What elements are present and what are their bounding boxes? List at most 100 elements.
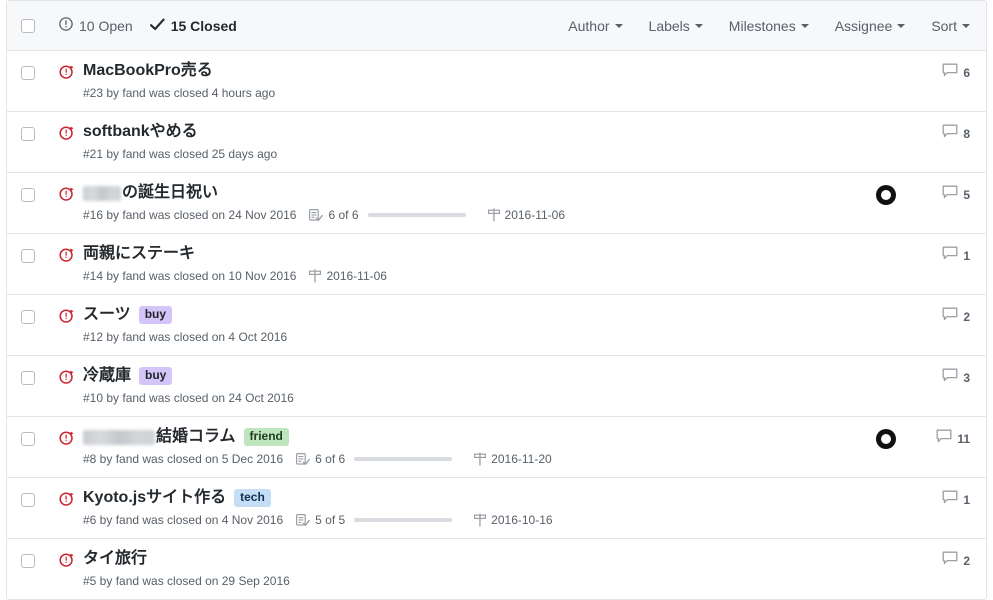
filter-assignee[interactable]: Assignee [835,18,906,34]
issue-meta-text: #16 by fand was closed on 24 Nov 2016 [83,208,297,222]
issue-select-checkbox[interactable] [21,249,35,263]
comment-count-group[interactable]: 6 [918,63,970,83]
task-progress-bar [354,518,453,522]
avatar[interactable] [876,185,896,205]
issue-title-line: 結婚コラム friend [83,427,876,447]
filter-milestones[interactable]: Milestones [729,18,809,34]
tasklist-icon [296,513,311,527]
issue-row-right: 5 [876,185,970,205]
open-issues-count: 10 Open [79,17,133,34]
issue-label[interactable]: friend [243,428,289,446]
issue-row: 両親にステーキ #14 by fand was closed on 10 Nov … [7,234,986,295]
redacted-text [83,429,155,445]
filter-author-label: Author [568,17,610,34]
milestone-label: 2016-11-06 [504,208,566,222]
issue-meta-text: #10 by fand was closed on 24 Oct 2016 [83,391,294,405]
milestone-icon [474,452,487,466]
issue-content: 結婚コラム friend #8 by fand was closed on 5 De… [83,427,876,467]
comment-count-group[interactable]: 5 [918,185,970,205]
issue-title[interactable]: スーツ [83,305,131,325]
issue-row: softbankやめる #21 by fand was closed 25 day… [7,112,986,173]
issue-select-checkbox[interactable] [21,188,35,202]
issue-label[interactable]: buy [138,306,173,324]
issue-select-checkbox[interactable] [21,554,35,568]
comment-icon [942,63,958,83]
comment-count-group[interactable]: 11 [918,429,970,449]
chevron-down-icon [962,23,970,28]
issue-meta-text: #14 by fand was closed on 10 Nov 2016 [83,269,297,283]
issue-title-line: スーツ buy [83,305,918,325]
issue-select-checkbox[interactable] [21,127,35,141]
filter-author[interactable]: Author [568,17,623,34]
issue-title[interactable]: 結婚コラム [156,427,236,447]
issue-select-checkbox[interactable] [21,66,35,80]
comment-count: 8 [963,127,970,141]
issues-rows: MacBookPro売る #23 by fand was closed 4 hou… [7,51,986,599]
issue-title-line: タイ旅行 [83,549,918,569]
comment-count-group[interactable]: 2 [918,307,970,327]
task-progress-bar [354,457,453,461]
issue-select-checkbox[interactable] [21,310,35,324]
milestone-icon [474,513,487,527]
comment-count-group[interactable]: 2 [918,551,970,571]
issue-title[interactable]: の誕生日祝い [122,183,218,203]
issue-row-right: 1 [918,490,970,510]
task-progress-count: 5 of 5 [315,513,346,527]
comment-count-group[interactable]: 3 [918,368,970,388]
milestone-label: 2016-11-06 [326,269,387,283]
tasklist-icon [296,452,311,466]
issue-title[interactable]: 冷蔵庫 [83,366,131,386]
issues-list-header: 10 Open 15 Closed Author Labels Mileston… [7,1,986,51]
issue-label[interactable]: tech [234,489,271,507]
issue-closed-icon [59,430,75,446]
issue-select-checkbox[interactable] [21,432,35,446]
avatar[interactable] [876,429,896,449]
filter-sort[interactable]: Sort [931,18,970,34]
issue-title[interactable]: Kyoto.jsサイト作る [83,488,226,508]
comment-count-group[interactable]: 8 [918,124,970,144]
milestone-group[interactable]: 2016-11-06 [309,268,387,284]
task-progress-count: 6 of 6 [328,208,359,222]
issue-row-right: 2 [918,307,970,327]
comment-count: 1 [963,493,970,507]
issue-row-right: 2 [918,551,970,571]
issue-meta-line: #5 by fand was closed on 29 Sep 2016 [83,573,918,589]
issue-closed-icon [59,369,75,385]
closed-issues-count: 15 Closed [170,17,237,34]
task-progress-bar [367,213,466,217]
issue-title[interactable]: MacBookPro売る [83,61,213,81]
check-icon [149,18,165,34]
comment-count-group[interactable]: 1 [918,490,970,510]
milestone-icon [309,269,322,283]
task-progress-group: 5 of 5 [296,512,453,528]
issues-list-container: 10 Open 15 Closed Author Labels Mileston… [6,0,987,600]
issue-closed-icon [59,491,75,507]
milestone-group[interactable]: 2016-11-20 [474,451,552,467]
issue-content: 冷蔵庫 buy #10 by fand was closed on 24 Oct 2… [83,366,918,406]
issue-meta-text: #6 by fand was closed on 4 Nov 2016 [83,513,284,527]
comment-count: 6 [963,66,970,80]
tasklist-icon [309,208,324,222]
comment-icon [942,490,958,510]
issue-meta-line: #8 by fand was closed on 5 Dec 2016 6 of … [83,451,876,467]
filter-labels[interactable]: Labels [649,18,703,34]
milestone-group[interactable]: 2016-11-06 [487,207,566,223]
issue-title[interactable]: 両親にステーキ [83,244,195,264]
closed-issues-filter[interactable]: 15 Closed [149,17,237,34]
open-issues-filter[interactable]: 10 Open [59,17,133,34]
issue-title[interactable]: softbankやめる [83,122,198,142]
milestone-label: 2016-10-16 [491,513,553,527]
filter-sort-label: Sort [931,17,957,34]
select-all-checkbox[interactable] [21,18,35,33]
issue-row: スーツ buy #12 by fand was closed on 4 Oct 20… [7,295,986,356]
comment-icon [942,368,958,388]
comment-count: 1 [963,249,970,263]
comment-icon [936,429,952,449]
issue-title[interactable]: タイ旅行 [83,549,147,569]
issue-label[interactable]: buy [139,367,173,385]
issue-select-checkbox[interactable] [21,493,35,507]
milestone-group[interactable]: 2016-10-16 [474,512,553,528]
issue-select-checkbox[interactable] [21,371,35,385]
chevron-down-icon [614,23,623,28]
comment-count-group[interactable]: 1 [918,246,970,266]
